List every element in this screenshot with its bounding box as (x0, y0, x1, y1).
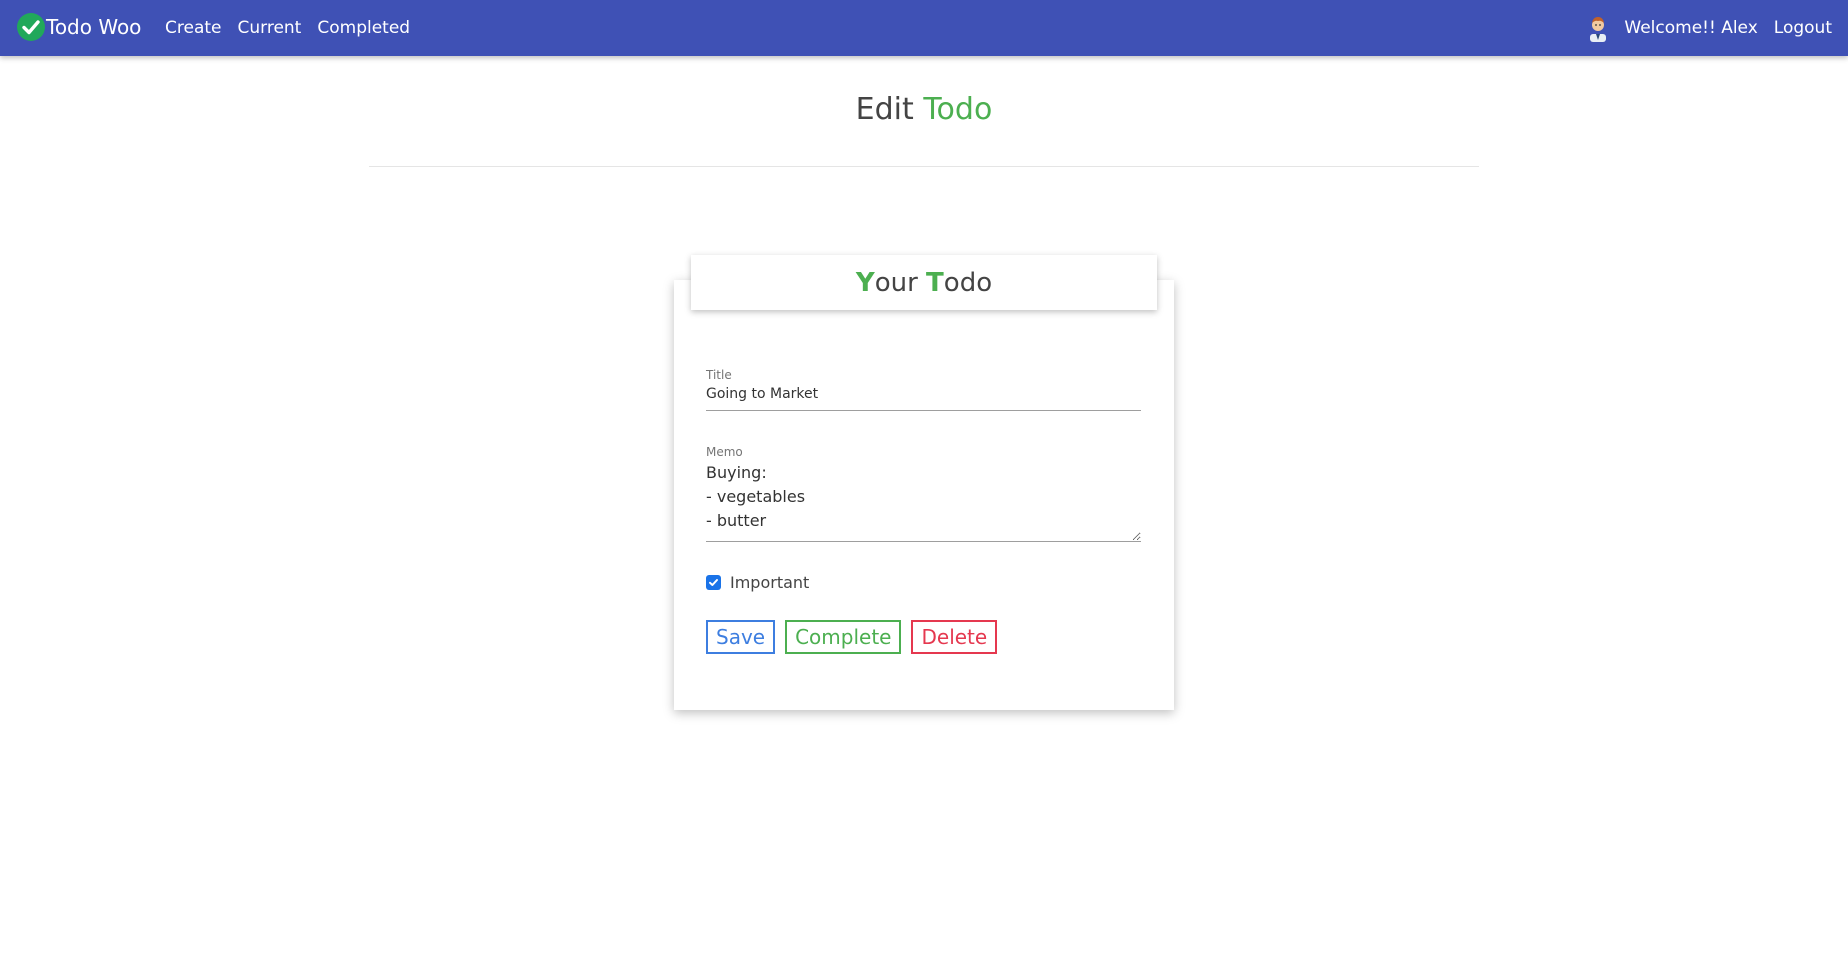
user-avatar-icon (1586, 14, 1610, 42)
nav-link-create[interactable]: Create (157, 18, 230, 38)
save-button[interactable]: Save (706, 620, 776, 654)
title-field: Title (706, 368, 1141, 411)
nav-link-current[interactable]: Current (230, 18, 310, 38)
card-header-y: Y (855, 267, 875, 298)
memo-textarea[interactable]: Buying: - vegetables - butter (706, 459, 1141, 542)
card-header-odo: odo (943, 267, 993, 298)
memo-field: Memo Buying: - vegetables - butter (706, 445, 1141, 542)
nav-link-completed[interactable]: Completed (309, 18, 418, 38)
title-input[interactable] (706, 382, 1141, 411)
important-checkbox-row[interactable]: Important (706, 573, 809, 592)
card-header-t: T (926, 267, 944, 298)
action-buttons: Save Complete Delete (706, 620, 1007, 654)
title-divider (369, 166, 1479, 167)
card-header: Your Todo (691, 255, 1157, 310)
card-header-our: our (874, 267, 927, 298)
page-title-plain: Edit (855, 92, 914, 127)
check-circle-icon (16, 12, 46, 42)
page-title-accent: Todo (923, 92, 993, 127)
title-label: Title (706, 368, 732, 382)
logout-link[interactable]: Logout (1774, 18, 1832, 38)
brand-name: Todo Woo (46, 15, 142, 39)
checkmark-icon (709, 579, 718, 586)
delete-button[interactable]: Delete (911, 620, 998, 654)
nav-links: Create Current Completed (157, 0, 418, 56)
memo-label: Memo (706, 445, 743, 459)
important-checkbox[interactable] (706, 575, 721, 590)
brand-link[interactable]: Todo Woo (16, 12, 141, 42)
welcome-text: Welcome!! Alex (1624, 18, 1758, 38)
complete-button[interactable]: Complete (785, 620, 902, 654)
page-title: Edit Todo (0, 92, 1848, 127)
user-area: Welcome!! Alex Logout (1586, 0, 1832, 56)
top-navbar: Todo Woo Create Current Completed Welcom… (0, 0, 1848, 56)
important-label: Important (730, 573, 810, 592)
